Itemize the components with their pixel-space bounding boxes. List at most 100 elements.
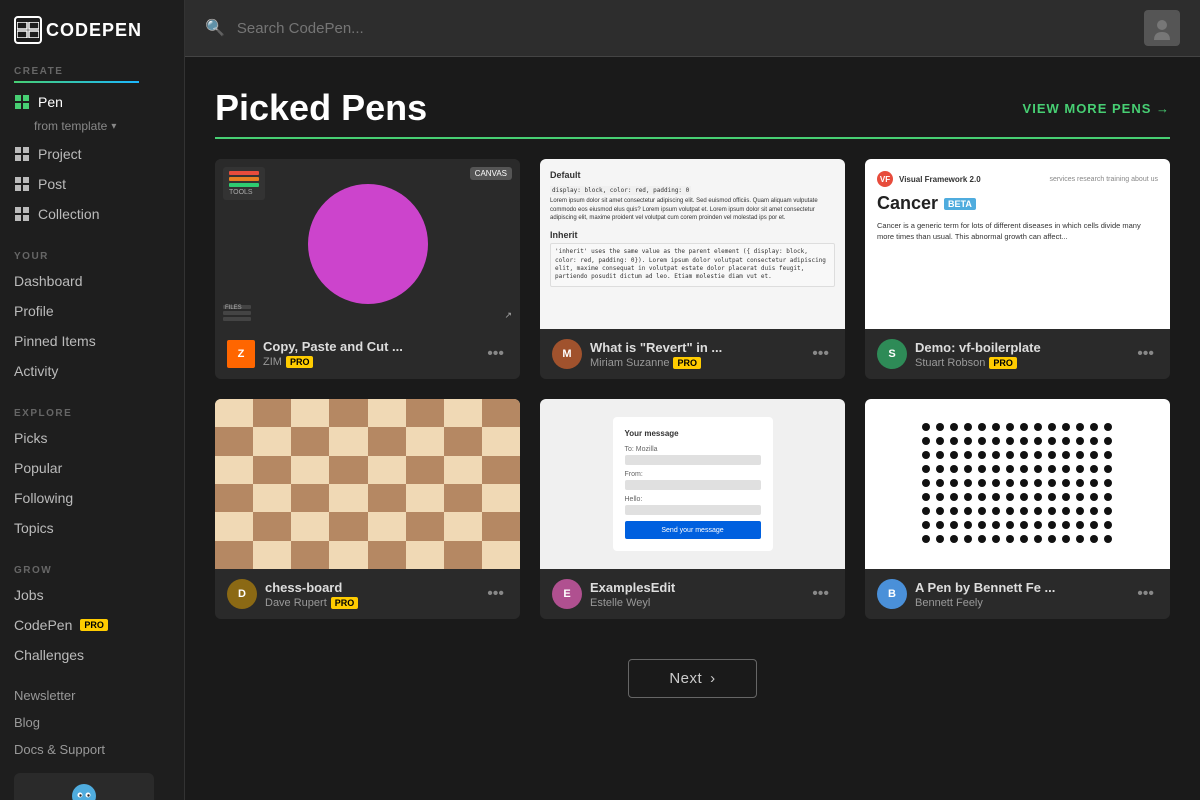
docs-support-link[interactable]: Docs & Support: [0, 736, 184, 763]
sidebar-item-following[interactable]: Following: [0, 483, 184, 513]
pen-more-btn-6[interactable]: •••: [1133, 583, 1158, 605]
pen-preview-2: Default display: block, color: red, padd…: [540, 159, 845, 329]
pen-more-btn-3[interactable]: •••: [1133, 343, 1158, 365]
activity-label: Activity: [14, 363, 58, 379]
dashboard-label: Dashboard: [14, 273, 83, 289]
sidebar-item-collection[interactable]: Collection: [0, 199, 184, 229]
pen-meta-1: Z Copy, Paste and Cut ... ZIM PRO •••: [215, 329, 520, 378]
pen-card-4[interactable]: D chess-board Dave Rupert PRO •••: [215, 399, 520, 619]
pen-info-3: Demo: vf-boilerplate Stuart Robson PRO: [915, 340, 1125, 369]
logo-text: CODEPEN: [46, 20, 142, 41]
sidebar-item-from-template[interactable]: from template ▾: [0, 117, 184, 139]
popular-label: Popular: [14, 460, 62, 476]
sidebar-item-profile[interactable]: Profile: [0, 296, 184, 326]
sidebar-item-topics[interactable]: Topics: [0, 513, 184, 543]
pen-card-2[interactable]: Default display: block, color: red, padd…: [540, 159, 845, 379]
pen-more-btn-4[interactable]: •••: [483, 583, 508, 605]
chess-preview: [215, 399, 520, 569]
pen-author-3: Stuart Robson PRO: [915, 357, 1125, 369]
pen-info-2: What is "Revert" in ... Miriam Suzanne P…: [590, 340, 800, 369]
blog-link[interactable]: Blog: [0, 709, 184, 736]
sidebar-item-jobs[interactable]: Jobs: [0, 580, 184, 610]
pen-more-btn-1[interactable]: •••: [483, 343, 508, 365]
pen-label: Pen: [38, 94, 63, 110]
dots-preview: [865, 399, 1170, 569]
jobs-label: Jobs: [14, 587, 44, 603]
avatar-box: [14, 773, 154, 800]
project-icon: [14, 146, 30, 162]
form-preview: Your message To: Mozilla From: Hello:: [540, 399, 845, 569]
purple-circle-preview: TOOLS CANVAS ↗ FILES: [215, 159, 520, 329]
pen-author-1: ZIM PRO: [263, 356, 475, 368]
pen-3-pro-badge: PRO: [989, 357, 1017, 369]
sidebar-item-pinned-items[interactable]: Pinned Items: [0, 326, 184, 356]
pen-author-avatar-6: B: [877, 579, 907, 609]
content-area: Picked Pens VIEW MORE PENS → TOOLS CANVA…: [185, 57, 1200, 738]
collection-label: Collection: [38, 206, 99, 222]
pen-preview-4: [215, 399, 520, 569]
pen-author-avatar-1: Z: [227, 340, 255, 368]
next-arrow-icon: ›: [710, 670, 716, 687]
grow-section-label: GROW: [0, 555, 184, 580]
pen-meta-2: M What is "Revert" in ... Miriam Suzanne…: [540, 329, 845, 379]
codepen-pro-badge: PRO: [80, 619, 108, 631]
create-section-label: CREATE: [0, 56, 184, 87]
pen-card-5[interactable]: Your message To: Mozilla From: Hello:: [540, 399, 845, 619]
post-label: Post: [38, 176, 66, 192]
pen-author-avatar-2: M: [552, 339, 582, 369]
pen-author-5: Estelle Weyl: [590, 597, 800, 609]
pen-meta-3: S Demo: vf-boilerplate Stuart Robson PRO…: [865, 329, 1170, 379]
topics-label: Topics: [14, 520, 54, 536]
codepen-label: CodePen: [14, 617, 72, 633]
pen-card-1[interactable]: TOOLS CANVAS ↗ FILES Z: [215, 159, 520, 379]
sidebar-item-activity[interactable]: Activity: [0, 356, 184, 386]
pinned-items-label: Pinned Items: [14, 333, 96, 349]
pen-preview-6: [865, 399, 1170, 569]
pen-card-6[interactable]: B A Pen by Bennett Fe ... Bennett Feely …: [865, 399, 1170, 619]
pen-more-btn-2[interactable]: •••: [808, 343, 833, 365]
pen-author-2: Miriam Suzanne PRO: [590, 357, 800, 369]
page-title: Picked Pens: [215, 87, 427, 129]
view-more-pens-link[interactable]: VIEW MORE PENS →: [1023, 101, 1170, 116]
pen-1-pro-badge: PRO: [286, 356, 314, 368]
sidebar-item-challenges[interactable]: Challenges: [0, 640, 184, 670]
sidebar-item-project[interactable]: Project: [0, 139, 184, 169]
circle-shape: [308, 184, 428, 304]
pen-card-3[interactable]: VF Visual Framework 2.0 services researc…: [865, 159, 1170, 379]
logo-icon: [14, 16, 42, 44]
sidebar-item-popular[interactable]: Popular: [0, 453, 184, 483]
pen-meta-6: B A Pen by Bennett Fe ... Bennett Feely …: [865, 569, 1170, 619]
newsletter-link[interactable]: Newsletter: [0, 682, 184, 709]
sidebar-bottom-avatar: [0, 763, 184, 800]
project-label: Project: [38, 146, 82, 162]
sidebar-item-dashboard[interactable]: Dashboard: [0, 266, 184, 296]
user-avatar-icon: [1146, 12, 1178, 44]
pen-meta-4: D chess-board Dave Rupert PRO •••: [215, 569, 520, 619]
from-template-label: from template: [34, 119, 107, 133]
pen-title-5: ExamplesEdit: [590, 580, 800, 595]
sidebar-item-post[interactable]: Post: [0, 169, 184, 199]
profile-label: Profile: [14, 303, 54, 319]
pen-4-pro-badge: PRO: [331, 597, 359, 609]
sidebar-item-pen[interactable]: Pen: [0, 87, 184, 117]
cancer-preview: VF Visual Framework 2.0 services researc…: [865, 159, 1170, 329]
pen-author-avatar-4: D: [227, 579, 257, 609]
sidebar-item-codepen[interactable]: CodePen PRO: [0, 610, 184, 640]
pen-preview-3: VF Visual Framework 2.0 services researc…: [865, 159, 1170, 329]
picks-label: Picks: [14, 430, 47, 446]
search-input[interactable]: [237, 20, 1132, 37]
pen-preview-5: Your message To: Mozilla From: Hello:: [540, 399, 845, 569]
pagination: Next ›: [215, 649, 1170, 718]
pen-title-3: Demo: vf-boilerplate: [915, 340, 1125, 355]
header-avatar[interactable]: [1144, 10, 1180, 46]
chevron-down-icon: ▾: [111, 121, 116, 132]
header: 🔍: [185, 0, 1200, 57]
sidebar-item-picks[interactable]: Picks: [0, 423, 184, 453]
next-button[interactable]: Next ›: [628, 659, 756, 698]
pen-2-pro-badge: PRO: [673, 357, 701, 369]
pen-preview-1: TOOLS CANVAS ↗ FILES: [215, 159, 520, 329]
post-icon: [14, 176, 30, 192]
pen-more-btn-5[interactable]: •••: [808, 583, 833, 605]
logo-area: CODEPEN: [0, 0, 184, 56]
pen-title-6: A Pen by Bennett Fe ...: [915, 580, 1125, 595]
